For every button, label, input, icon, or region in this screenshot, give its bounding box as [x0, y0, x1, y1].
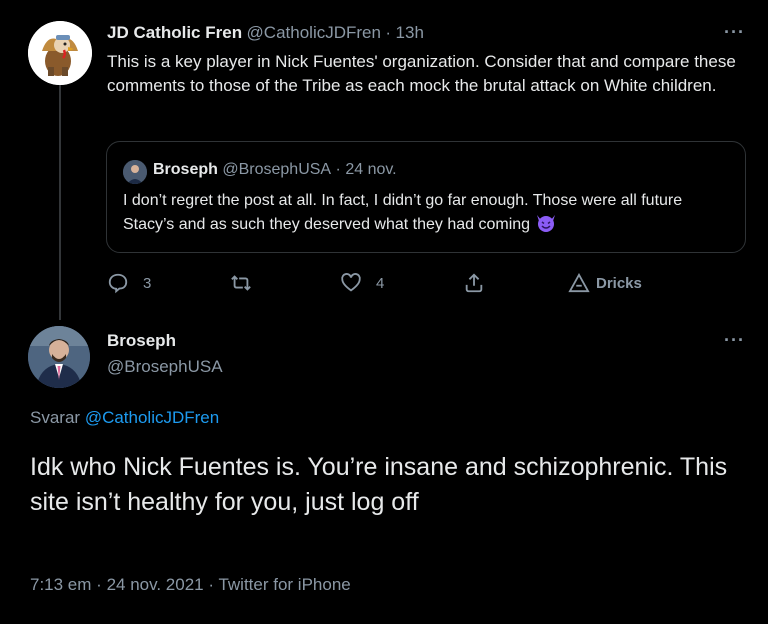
- reply-count: 3: [143, 274, 152, 292]
- reply-icon: [108, 273, 128, 294]
- tip-button[interactable]: Dricks: [568, 273, 642, 293]
- tip-label: Dricks: [596, 274, 642, 292]
- tip-jar-icon: [568, 273, 590, 293]
- tweet-meta-line: 7:13 em · 24 nov. 2021 · Twitter for iPh…: [30, 575, 351, 595]
- quoted-tweet-card[interactable]: Broseph @BrosephUSA · 24 nov. I don’t re…: [106, 141, 746, 253]
- parent-tweet-time[interactable]: 13h: [396, 23, 424, 42]
- tweet-time[interactable]: 7:13 em: [30, 575, 91, 594]
- tweet-source[interactable]: Twitter for iPhone: [218, 575, 350, 594]
- quote-header: Broseph @BrosephUSA · 24 nov.: [153, 161, 397, 179]
- parent-author-name[interactable]: JD Catholic Fren: [107, 23, 242, 42]
- parent-tweet-header: JD Catholic Fren @CatholicJDFren · 13h: [107, 23, 424, 43]
- retweet-button[interactable]: [229, 272, 263, 294]
- quote-text-container: I don’t regret the post at all. In fact,…: [123, 189, 727, 241]
- person-avatar-icon: [28, 326, 90, 388]
- quote-date: 24 nov.: [345, 161, 397, 178]
- main-tweet-text: Idk who Nick Fuentes is. You’re insane a…: [30, 453, 728, 516]
- header-separator: ·: [385, 23, 392, 42]
- main-author-avatar[interactable]: [28, 326, 90, 388]
- share-button[interactable]: [463, 272, 485, 294]
- replying-to-handle-link[interactable]: @CatholicJDFren: [85, 408, 219, 427]
- thread-connector-line: [59, 85, 61, 320]
- meta-separator-2: ·: [208, 575, 215, 594]
- like-button[interactable]: 4: [340, 272, 384, 294]
- parent-tweet-text: This is a key player in Nick Fuentes' or…: [107, 52, 736, 95]
- turkey-avatar-icon: [28, 21, 92, 85]
- tweet-date[interactable]: 24 nov. 2021: [107, 575, 204, 594]
- parent-author-avatar[interactable]: [28, 21, 92, 85]
- quote-author-name: Broseph: [153, 161, 218, 178]
- main-author-name[interactable]: Broseph: [107, 331, 176, 351]
- meta-separator-1: ·: [96, 575, 102, 594]
- person-avatar-icon: [123, 160, 147, 184]
- heart-icon: [341, 273, 361, 292]
- like-count: 4: [376, 274, 385, 292]
- parent-author-handle[interactable]: @CatholicJDFren: [247, 23, 381, 42]
- smiling-devil-icon: [535, 213, 557, 241]
- replying-to-line: Svarar @CatholicJDFren: [30, 408, 219, 428]
- retweet-icon: [231, 275, 251, 291]
- main-more-button[interactable]: ···: [724, 330, 745, 351]
- quote-author-avatar: [123, 160, 147, 184]
- parent-more-button[interactable]: ···: [724, 22, 745, 43]
- quote-author-handle: @BrosephUSA: [222, 161, 332, 178]
- quote-text: I don’t regret the post at all. In fact,…: [123, 192, 683, 233]
- reply-button[interactable]: 3: [107, 272, 151, 294]
- main-author-handle[interactable]: @BrosephUSA: [107, 357, 223, 377]
- share-icon: [465, 273, 483, 293]
- replying-to-label: Svarar: [30, 408, 81, 427]
- quote-separator: ·: [335, 161, 341, 178]
